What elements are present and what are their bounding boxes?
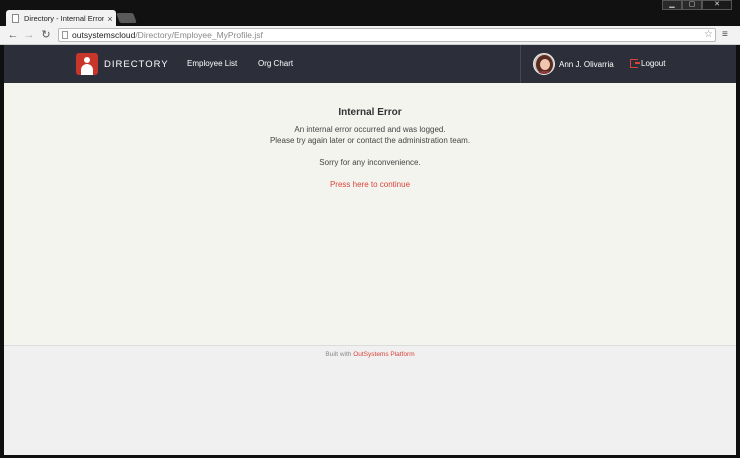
address-bar[interactable]: outsystemscloud/Directory/Employee_MyPro… <box>58 28 716 42</box>
error-content: Internal Error An internal error occurre… <box>4 83 736 345</box>
avatar[interactable] <box>533 53 555 75</box>
footer: Built with OutSystems Platform <box>4 345 736 455</box>
new-tab-button[interactable] <box>116 13 137 23</box>
browser-window: Directory - Internal Error × ▁ ▢ ✕ ← → ↻… <box>0 0 740 458</box>
url-path: /Directory/Employee_MyProfile.jsf <box>135 30 263 40</box>
header-divider <box>520 45 521 83</box>
tab-title: Directory - Internal Error <box>24 14 104 23</box>
window-controls: ▁ ▢ ✕ <box>662 0 732 10</box>
url-host: outsystemscloud <box>72 30 136 40</box>
app-header: DIRECTORY Employee List Org Chart Ann J.… <box>4 45 736 83</box>
error-title: Internal Error <box>338 107 402 118</box>
error-message-line: Please try again later or contact the ad… <box>269 136 471 145</box>
minimize-button[interactable]: ▁ <box>662 0 682 10</box>
reload-icon[interactable]: ↻ <box>39 28 53 42</box>
tab-directory[interactable]: Directory - Internal Error × <box>6 10 116 27</box>
brand-title[interactable]: DIRECTORY <box>104 59 169 70</box>
apology-text: Sorry for any inconvenience. <box>319 158 421 167</box>
maximize-button[interactable]: ▢ <box>682 0 702 10</box>
user-name[interactable]: Ann J. Olivarria <box>559 60 614 69</box>
nav-org-chart[interactable]: Org Chart <box>258 59 293 68</box>
nav-employee-list[interactable]: Employee List <box>187 59 237 68</box>
title-bar: Directory - Internal Error × ▁ ▢ ✕ <box>0 0 740 27</box>
error-message-line: An internal error occurred and was logge… <box>294 125 446 134</box>
footer-prefix: Built with <box>325 351 354 358</box>
continue-link[interactable]: Press here to continue <box>4 180 736 189</box>
outsystems-link[interactable]: OutSystems Platform <box>353 351 414 358</box>
page-viewport: DIRECTORY Employee List Org Chart Ann J.… <box>4 45 736 455</box>
browser-toolbar: ← → ↻ outsystemscloud/Directory/Employee… <box>0 26 740 45</box>
page-icon <box>12 14 19 23</box>
bookmark-star-icon[interactable]: ☆ <box>704 29 713 41</box>
back-arrow-icon[interactable]: ← <box>6 28 20 42</box>
page-icon <box>62 31 68 39</box>
logout-icon[interactable] <box>630 59 640 68</box>
menu-icon[interactable]: ≡ <box>722 29 732 41</box>
close-window-button[interactable]: ✕ <box>702 0 732 10</box>
footer-text: Built with OutSystems Platform <box>4 351 736 358</box>
tab-close-icon[interactable]: × <box>104 14 116 24</box>
logout-link[interactable]: Logout <box>641 59 665 68</box>
directory-logo-icon[interactable] <box>76 53 98 75</box>
forward-arrow-icon[interactable]: → <box>22 28 36 42</box>
